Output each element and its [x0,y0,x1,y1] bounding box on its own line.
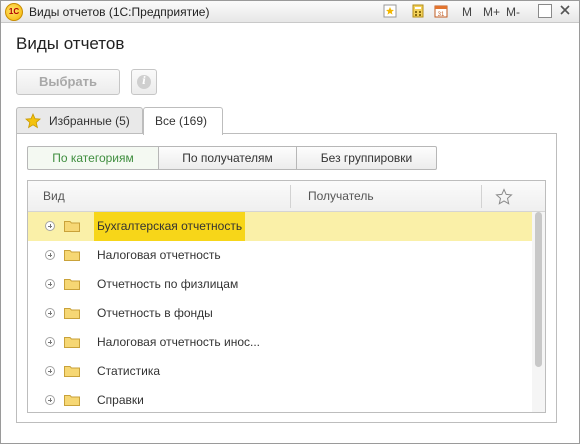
row-name: Статистика [97,364,161,378]
table-row[interactable]: Статистика [28,357,532,386]
tab-panel: По категориям По получателям Без группир… [16,133,557,423]
column-header-type[interactable]: Вид [43,181,65,211]
tab-all-label: Все (169) [155,114,208,128]
table-row[interactable]: Отчетность в фонды [28,299,532,328]
tab-all[interactable]: Все (169) [143,107,223,135]
folder-icon [64,279,80,290]
form-title: Виды отчетов [16,34,125,53]
table-row[interactable]: Отчетность по физлицам [28,270,532,299]
memory-label: M [462,5,472,19]
folder-icon [64,395,80,406]
column-divider[interactable] [290,185,291,208]
tab-favorites[interactable]: Избранные (5) [16,107,143,134]
svg-text:31: 31 [438,12,445,18]
expand-icon[interactable] [45,308,55,318]
select-button[interactable]: Выбрать [16,69,120,95]
expand-icon[interactable] [45,337,55,347]
column-header-recipient[interactable]: Получатель [308,181,374,211]
folder-icon [64,337,80,348]
folder-icon [64,250,80,261]
close-icon [560,5,570,15]
vertical-scrollbar[interactable] [532,212,545,412]
table-row[interactable]: Налоговая отчетность [28,241,532,270]
row-name: Справки [97,393,144,407]
app-logo: 1С [5,3,23,21]
memory-minus-button[interactable]: M- [506,4,520,20]
group-by-recipient-button[interactable]: По получателям [159,146,297,170]
report-types-window: 1С Виды отчетов (1С:Предприятие) 31 M M+… [0,0,580,444]
scrollbar-thumb[interactable] [535,212,542,367]
memory-plus-button[interactable]: M+ [483,4,500,20]
column-divider[interactable] [481,185,482,208]
table-row[interactable]: Справки [28,386,532,412]
group-by-category-button[interactable]: По категориям [27,146,159,170]
star-icon [25,113,41,129]
expand-icon[interactable] [45,250,55,260]
no-grouping-button[interactable]: Без группировки [297,146,437,170]
row-name: Налоговая отчетность инос... [97,335,261,349]
row-name: Налоговая отчетность [97,248,221,262]
close-button[interactable] [557,4,573,20]
table-header: Вид Получатель [28,181,545,212]
maximize-button[interactable] [538,4,552,18]
favorites-window-icon[interactable] [383,4,397,20]
info-icon: i [137,75,151,89]
calculator-icon[interactable] [411,4,425,20]
favorite-column-star-icon[interactable] [495,188,513,206]
memory-plus-label: M+ [483,5,501,19]
tab-favorites-label: Избранные (5) [49,114,130,128]
memory-button[interactable]: M [462,4,472,20]
row-name: Отчетность по физлицам [97,277,239,291]
row-name: Бухгалтерская отчетность [94,212,246,241]
expand-icon[interactable] [45,221,55,231]
folder-icon [64,366,80,377]
title-bar: 1С Виды отчетов (1С:Предприятие) 31 M M+… [1,1,579,23]
table-row[interactable]: Бухгалтерская отчетность [28,212,532,241]
info-button[interactable]: i [131,69,157,95]
expand-icon[interactable] [45,366,55,376]
row-name: Отчетность в фонды [97,306,213,320]
window-title: Виды отчетов (1С:Предприятие) [29,5,210,19]
folder-icon [64,221,80,232]
folder-icon [64,308,80,319]
memory-minus-label: M- [506,5,520,19]
expand-icon[interactable] [45,279,55,289]
report-types-table[interactable]: Вид Получатель Бухгалтерская отчетность … [27,180,546,413]
expand-icon[interactable] [45,395,55,405]
table-row[interactable]: Налоговая отчетность инос... [28,328,532,357]
calendar-icon[interactable]: 31 [434,4,448,20]
